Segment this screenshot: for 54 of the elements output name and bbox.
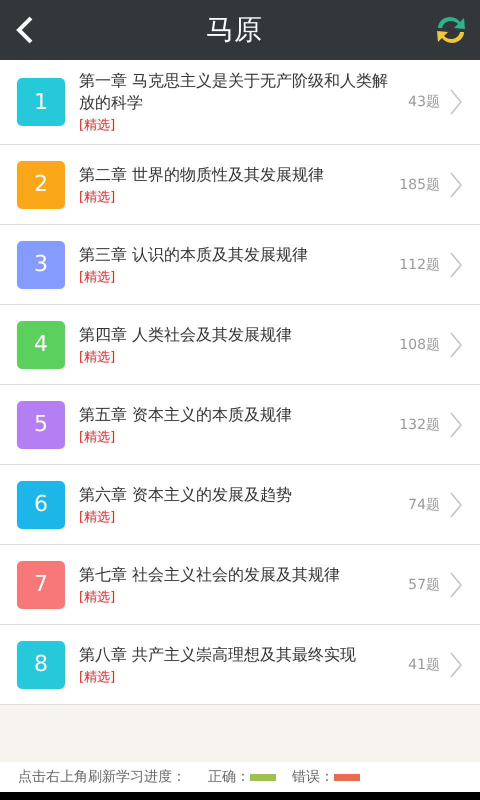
featured-tag: [精选] — [79, 588, 116, 606]
featured-tag: [精选] — [79, 116, 116, 134]
chevron-icon — [450, 572, 462, 598]
chapter-number: 2 — [17, 160, 65, 208]
chevron-icon — [450, 172, 462, 198]
chapter-title: 第一章 马克思主义是关于无产阶级和人类解放的科学 — [79, 70, 390, 114]
back-icon[interactable] — [14, 15, 34, 45]
chevron-icon — [450, 492, 462, 518]
legend-label: 错误： — [292, 768, 334, 786]
chapter-title: 第五章 资本主义的本质及规律 — [79, 404, 292, 426]
chapter-number: 4 — [17, 320, 65, 368]
featured-tag: [精选] — [79, 668, 116, 686]
question-count: 41题 — [408, 656, 440, 674]
chapter-title: 第八章 共产主义崇高理想及其最终实现 — [79, 644, 356, 666]
chapter-item[interactable]: 4 第四章 人类社会及其发展规律 [精选] 108题 — [0, 305, 480, 385]
question-count: 185题 — [399, 176, 440, 194]
chapter-item[interactable]: 7 第七章 社会主义社会的发展及其规律 [精选] 57题 — [0, 545, 480, 625]
featured-tag: [精选] — [79, 428, 116, 446]
chapter-number: 6 — [17, 480, 65, 528]
chapter-item[interactable]: 1 第一章 马克思主义是关于无产阶级和人类解放的科学 [精选] 43题 — [0, 60, 480, 145]
chapter-number: 5 — [17, 400, 65, 448]
chevron-icon — [450, 332, 462, 358]
chapter-number: 7 — [17, 560, 65, 608]
chapter-title: 第四章 人类社会及其发展规律 — [79, 324, 292, 346]
question-count: 132题 — [399, 416, 440, 434]
chapter-title: 第三章 认识的本质及其发展规律 — [79, 244, 308, 266]
featured-tag: [精选] — [79, 508, 116, 526]
chevron-icon — [450, 412, 462, 438]
chevron-icon — [450, 252, 462, 278]
chapter-title: 第七章 社会主义社会的发展及其规律 — [79, 564, 340, 586]
question-count: 57题 — [408, 576, 440, 594]
question-count: 108题 — [399, 336, 440, 354]
chevron-icon — [450, 652, 462, 678]
featured-tag: [精选] — [79, 188, 116, 206]
chapter-number: 8 — [17, 640, 65, 688]
question-count: 112题 — [399, 256, 440, 274]
refresh-icon[interactable] — [434, 14, 468, 46]
chapter-item[interactable]: 2 第二章 世界的物质性及其发展规律 [精选] 185题 — [0, 145, 480, 225]
legend-label: 正确： — [208, 768, 250, 786]
footer-hint: 点击右上角刷新学习进度： — [18, 768, 186, 786]
featured-tag: [精选] — [79, 348, 116, 366]
chapter-title: 第六章 资本主义的发展及趋势 — [79, 484, 292, 506]
chevron-icon — [450, 89, 462, 115]
chapter-number: 1 — [17, 78, 65, 126]
chapter-item[interactable]: 3 第三章 认识的本质及其发展规律 [精选] 112题 — [0, 225, 480, 305]
question-count: 74题 — [408, 496, 440, 514]
question-count: 43题 — [408, 93, 440, 111]
page-title: 马原 — [206, 12, 262, 48]
chapter-item[interactable]: 8 第八章 共产主义崇高理想及其最终实现 [精选] 41题 — [0, 625, 480, 705]
chapter-number: 3 — [17, 240, 65, 288]
chapter-item[interactable]: 5 第五章 资本主义的本质及规律 [精选] 132题 — [0, 385, 480, 465]
chapter-item[interactable]: 6 第六章 资本主义的发展及趋势 [精选] 74题 — [0, 465, 480, 545]
chapter-title: 第二章 世界的物质性及其发展规律 — [79, 164, 324, 186]
featured-tag: [精选] — [79, 268, 116, 286]
